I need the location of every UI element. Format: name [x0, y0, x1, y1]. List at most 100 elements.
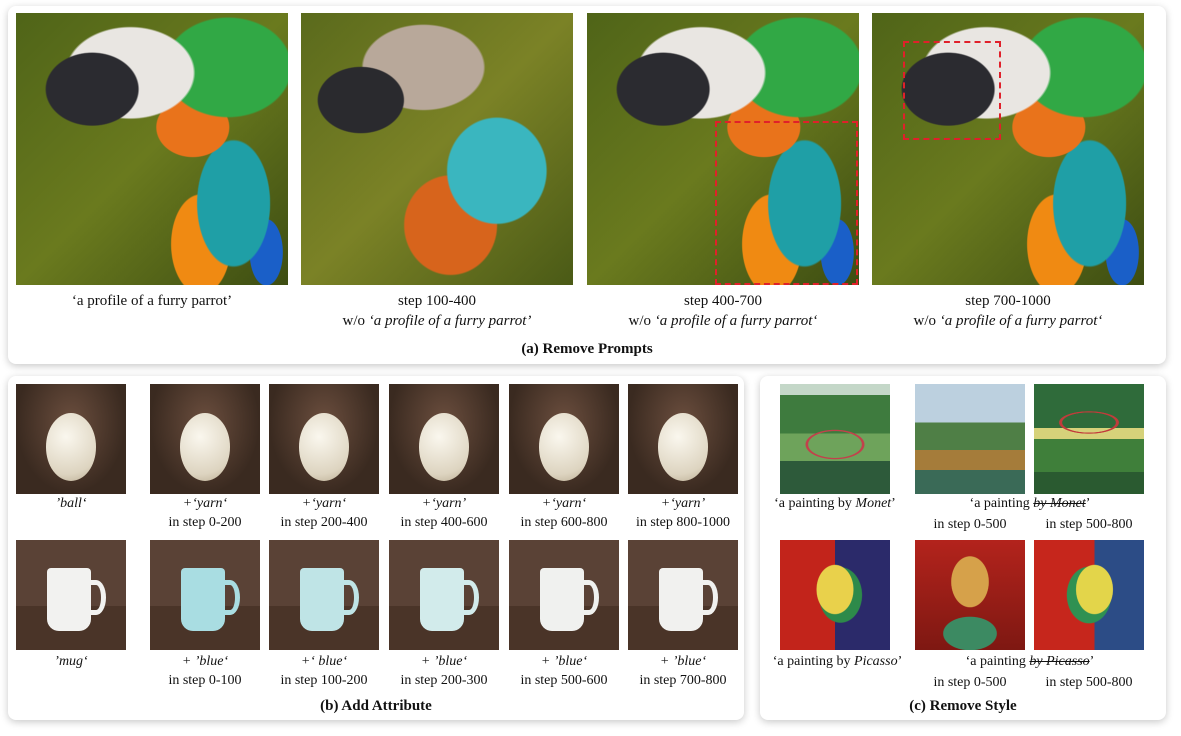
ball-caption: ’ball‘: [11, 494, 131, 513]
caption-original-prompt: ‘a profile of a furry parrot’: [16, 291, 288, 311]
caption-prefix: w/o: [342, 313, 369, 329]
mug-caption: + ’blue‘ in step 500-600: [499, 652, 629, 690]
monet-painting-step-500-800: [1034, 384, 1144, 494]
caption-part: ’: [897, 654, 903, 669]
caption-line: ‘a profile of a furry parrot’: [71, 293, 233, 309]
monet-painting-original: [780, 384, 890, 494]
ball-caption: +‘yarn‘ in step 0-200: [140, 494, 270, 532]
ball-shape: [179, 412, 231, 481]
ball-image: [628, 384, 738, 494]
parrot-image-original: [16, 13, 288, 285]
picasso-step-right: in step 500-800: [1045, 675, 1133, 690]
caption-prompt: ‘a profile of a furry parrot‘: [654, 313, 818, 329]
caption-step: in step 0-100: [168, 673, 242, 688]
caption-step: step 100-400: [398, 293, 476, 309]
caption-part: ’: [1089, 654, 1095, 669]
highlight-box-body: [715, 121, 858, 285]
caption-step: in step 700-800: [639, 673, 727, 688]
mug-caption: +‘ blue‘ in step 100-200: [259, 652, 389, 690]
caption-line: +‘yarn’: [421, 496, 467, 511]
ball-caption: +‘yarn‘ in step 200-400: [259, 494, 389, 532]
ball-image: [150, 384, 260, 494]
panel-c-title: (c) Remove Style: [909, 698, 1017, 714]
mug-image: [628, 540, 738, 650]
monet-caption-removed: ‘a painting by Monet’: [940, 494, 1120, 513]
caption-step: in step 800-1000: [635, 515, 731, 530]
caption-prompt: ‘a profile of a furry parrot‘: [939, 313, 1103, 329]
mug-body: [46, 567, 91, 632]
mug-caption: + ’blue‘ in step 700-800: [618, 652, 748, 690]
caption-line: ’ball‘: [55, 496, 87, 511]
caption-part: ‘a painting: [965, 654, 1030, 669]
caption-step: step 700-1000: [965, 293, 1051, 309]
ball-caption: +‘yarn’ in step 400-600: [379, 494, 509, 532]
caption-line: +‘yarn‘: [541, 496, 587, 511]
caption-part: ‘a painting by: [774, 496, 856, 511]
caption-part: ’: [1085, 496, 1091, 511]
caption-line: +‘ blue‘: [300, 654, 348, 669]
caption-part: ‘a painting by: [772, 654, 855, 669]
mug-handle: [220, 579, 241, 615]
caption-line: +‘yarn’: [660, 496, 706, 511]
monet-caption-original: ‘a painting by Monet’: [760, 494, 910, 513]
mug-handle: [86, 579, 107, 615]
caption-line: ’mug‘: [54, 654, 88, 669]
picasso-painting-original: [780, 540, 890, 650]
picasso-painting-step-0-500: [915, 540, 1025, 650]
caption-step-100-400: step 100-400 w/o ‘a profile of a furry p…: [291, 291, 583, 331]
caption-step-400-700: step 400-700 w/o ‘a profile of a furry p…: [577, 291, 869, 331]
caption-step: in step 200-400: [280, 515, 368, 530]
caption-line: + ’blue‘: [420, 654, 468, 669]
caption-struck-style: by Picasso: [1029, 654, 1090, 669]
parrot-image-step-100-400: [301, 13, 573, 285]
mug-body: [658, 567, 703, 632]
monet-step-right: in step 500-800: [1045, 517, 1133, 532]
caption-line: +‘yarn‘: [301, 496, 347, 511]
ball-shape: [418, 412, 470, 481]
picasso-caption-original: ‘a painting by Picasso’: [760, 652, 915, 671]
caption-artist: Monet: [855, 496, 892, 511]
ball-image: [509, 384, 619, 494]
picasso-painting-step-500-800: [1034, 540, 1144, 650]
caption-line: + ’blue‘: [540, 654, 588, 669]
mug-caption: ’mug‘: [11, 652, 131, 671]
caption-artist: Picasso: [854, 654, 898, 669]
caption-prefix: w/o: [628, 313, 655, 329]
highlight-box-beak: [903, 41, 1001, 140]
caption-step: step 400-700: [684, 293, 762, 309]
picasso-caption-removed: ‘a painting by Picasso’: [940, 652, 1120, 671]
picasso-step-left: in step 0-500: [933, 675, 1007, 690]
caption-prefix: w/o: [913, 313, 940, 329]
caption-line: + ’blue‘: [181, 654, 229, 669]
caption-part: ‘a painting: [969, 496, 1034, 511]
mug-image: [150, 540, 260, 650]
caption-step: in step 200-300: [400, 673, 488, 688]
ball-caption: +‘yarn’ in step 800-1000: [618, 494, 748, 532]
ball-shape: [538, 412, 590, 481]
mug-image: [509, 540, 619, 650]
caption-struck-style: by Monet: [1033, 496, 1086, 511]
mug-image: [389, 540, 499, 650]
caption-step-700-1000: step 700-1000 w/o ‘a profile of a furry …: [862, 291, 1154, 331]
mug-handle: [579, 579, 600, 615]
mug-caption: + ’blue‘ in step 0-100: [140, 652, 270, 690]
ball-image: [269, 384, 379, 494]
ball-image: [16, 384, 126, 494]
mug-caption: + ’blue‘ in step 200-300: [379, 652, 509, 690]
mug-image: [269, 540, 379, 650]
mug-handle: [698, 579, 719, 615]
mug-body: [419, 567, 464, 632]
panel-a-title: (a) Remove Prompts: [521, 341, 653, 357]
ball-shape: [657, 412, 709, 481]
mug-handle: [459, 579, 480, 615]
mug-handle: [339, 579, 360, 615]
ball-shape: [298, 412, 350, 481]
ball-image: [389, 384, 499, 494]
caption-line: +‘yarn‘: [182, 496, 228, 511]
caption-step: in step 400-600: [400, 515, 488, 530]
monet-step-left: in step 0-500: [933, 517, 1007, 532]
ball-shape: [45, 412, 97, 481]
caption-line: + ’blue‘: [659, 654, 707, 669]
ball-caption: +‘yarn‘ in step 600-800: [499, 494, 629, 532]
caption-step: in step 100-200: [280, 673, 368, 688]
